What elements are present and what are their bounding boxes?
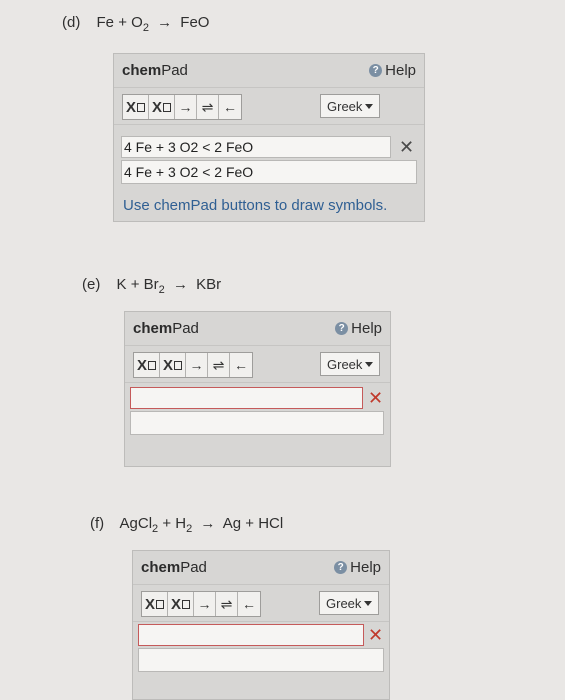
reaction-arrow: →	[157, 14, 173, 31]
help-label: Help	[385, 62, 416, 79]
greek-dropdown[interactable]: Greek	[319, 591, 380, 615]
product-1: FeO	[180, 14, 210, 31]
left-arrow-button[interactable]: ←	[238, 592, 260, 616]
chempad-header: chemPad ? Help	[133, 551, 389, 585]
question-d: (d) Fe + O2 → FeO	[62, 14, 209, 34]
help-link[interactable]: ? Help	[369, 62, 416, 79]
reaction-arrow: →	[172, 276, 188, 293]
reactant-1: Fe	[96, 14, 115, 31]
reactant-2: O2	[131, 14, 149, 34]
equilibrium-button[interactable]: ⇌	[197, 95, 220, 119]
chevron-down-icon	[364, 600, 373, 606]
product-2: HCl	[258, 515, 284, 532]
equilibrium-button[interactable]: ⇌	[208, 353, 231, 377]
help-link[interactable]: ? Help	[334, 559, 381, 576]
arrow-button[interactable]: →	[194, 592, 217, 616]
help-label: Help	[351, 320, 382, 337]
clear-icon[interactable]: ✕	[368, 389, 383, 407]
chevron-down-icon	[365, 103, 374, 109]
left-arrow-button[interactable]: ←	[219, 95, 241, 119]
chempad-d: chemPad ? Help X X → ⇌ ← Greek 4 Fe + 3 …	[113, 53, 425, 222]
question-label: (e)	[82, 276, 101, 293]
greek-dropdown[interactable]: Greek	[320, 94, 381, 118]
reactant-2: H2	[175, 515, 193, 535]
reactant-1: K	[116, 276, 127, 293]
reactant-2: Br2	[143, 276, 165, 296]
plus-sign: +	[130, 276, 140, 293]
chempad-input[interactable]	[138, 624, 364, 646]
subscript-button[interactable]: X	[142, 592, 169, 616]
help-icon: ?	[369, 64, 383, 77]
plus-sign: +	[118, 14, 127, 31]
reactant-1: AgCl2	[119, 515, 159, 535]
chempad-toolbar: X X → ⇌ ← Greek	[133, 586, 389, 622]
chempad-title: chemPad	[122, 62, 188, 79]
chempad-preview	[138, 648, 384, 672]
superscript-button[interactable]: X	[149, 95, 176, 119]
chempad-header: chemPad ? Help	[114, 54, 424, 88]
subscript-button[interactable]: X	[123, 95, 150, 119]
chempad-hint: Use chemPad buttons to draw symbols.	[123, 197, 388, 214]
reaction-arrow: →	[200, 515, 216, 532]
help-icon: ?	[335, 322, 349, 335]
chempad-preview	[130, 411, 384, 435]
clear-icon[interactable]: ✕	[368, 626, 383, 644]
chempad-f: chemPad ? Help X X → ⇌ ← Greek ✕	[132, 550, 390, 700]
greek-dropdown[interactable]: Greek	[320, 352, 381, 376]
chempad-preview: 4 Fe + 3 O2 < 2 FeO	[121, 160, 417, 184]
question-e: (e) K + Br2 → KBr	[82, 276, 221, 296]
question-label: (f)	[90, 515, 105, 532]
format-button-group: X X → ⇌ ←	[133, 352, 254, 378]
chempad-toolbar: X X → ⇌ ← Greek	[114, 89, 424, 125]
chempad-input[interactable]	[130, 387, 363, 409]
question-label: (d)	[62, 14, 81, 31]
format-button-group: X X → ⇌ ←	[141, 591, 262, 617]
chempad-title: chemPad	[133, 320, 199, 337]
product-1: KBr	[196, 276, 222, 293]
product-1: Ag	[222, 515, 242, 532]
help-link[interactable]: ? Help	[335, 320, 382, 337]
greek-label: Greek	[326, 595, 362, 611]
greek-label: Greek	[327, 356, 363, 372]
help-label: Help	[350, 559, 381, 576]
chempad-title: chemPad	[141, 559, 207, 576]
format-button-group: X X → ⇌ ←	[122, 94, 243, 120]
question-f: (f) AgCl2 + H2 → Ag + HCl	[90, 515, 283, 535]
chempad-input[interactable]: 4 Fe + 3 O2 < 2 FeO	[121, 136, 391, 158]
arrow-button[interactable]: →	[175, 95, 198, 119]
clear-icon[interactable]: ✕	[399, 138, 414, 156]
equilibrium-button[interactable]: ⇌	[216, 592, 239, 616]
chevron-down-icon	[365, 361, 374, 367]
subscript-button[interactable]: X	[134, 353, 161, 377]
plus-sign: +	[162, 515, 172, 532]
chempad-e: chemPad ? Help X X → ⇌ ← Greek ✕	[124, 311, 391, 467]
help-icon: ?	[334, 561, 348, 574]
chempad-header: chemPad ? Help	[125, 312, 390, 346]
left-arrow-button[interactable]: ←	[230, 353, 252, 377]
superscript-button[interactable]: X	[168, 592, 195, 616]
greek-label: Greek	[327, 98, 363, 114]
chempad-toolbar: X X → ⇌ ← Greek	[125, 347, 390, 383]
superscript-button[interactable]: X	[160, 353, 187, 377]
plus-sign: +	[245, 515, 255, 532]
arrow-button[interactable]: →	[186, 353, 209, 377]
